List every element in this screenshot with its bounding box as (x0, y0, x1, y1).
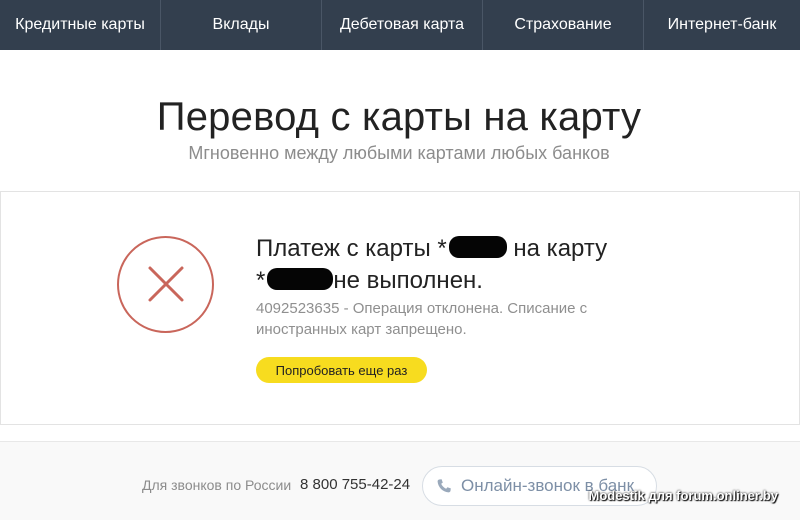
page-title: Перевод с карты на карту (156, 95, 642, 139)
nav-item-insurance[interactable]: Страхование (483, 0, 643, 50)
retry-button[interactable]: Попробовать еще раз (256, 357, 427, 383)
nav-item-deposits[interactable]: Вклады (161, 0, 321, 50)
status-text-part: не выполнен. (333, 267, 483, 294)
page-subtitle: Мгновенно между любыми картами любых бан… (188, 143, 610, 163)
error-x-icon (148, 266, 184, 302)
phone-icon (437, 479, 451, 493)
phone-number[interactable]: 8 800 755-42-24 (300, 476, 410, 493)
nav-item-internet-bank[interactable]: Интернет-банк (644, 0, 800, 50)
watermark: Modestik для forum.onliner.by (588, 488, 778, 503)
phone-label: Для звонков по России (142, 477, 292, 493)
nav-item-credit-cards[interactable]: Кредитные карты (0, 0, 160, 50)
status-text-part: Платеж с карты * (256, 235, 447, 262)
error-message: 4092523635 - Операция отклонена. Списани… (256, 300, 588, 338)
status-text-part: * (256, 267, 266, 294)
status-text-part: на карту (513, 235, 608, 262)
top-navigation: Кредитные карты Вклады Дебетовая карта С… (0, 0, 800, 50)
masked-card-number (448, 235, 507, 258)
payment-status-title: Платеж с карты * на карту * не выполнен. (256, 233, 676, 297)
nav-item-debit-card[interactable]: Дебетовая карта (322, 0, 482, 50)
masked-card-number (267, 267, 334, 290)
